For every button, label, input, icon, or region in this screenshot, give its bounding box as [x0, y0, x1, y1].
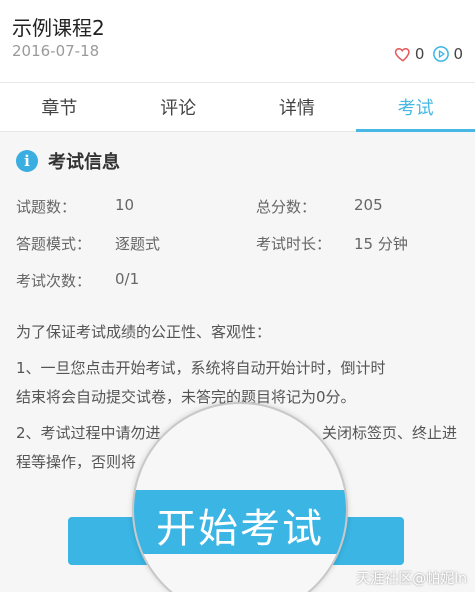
exam-info-title: 考试信息 [48, 152, 120, 173]
tab-chapters[interactable]: 章节 [0, 83, 119, 131]
tab-comments[interactable]: 评论 [119, 83, 238, 131]
watermark: 天涯社区@帕妮ln [356, 571, 467, 587]
exam-info-heading: i 考试信息 [16, 148, 120, 174]
attempts-label: 考试次数： [16, 272, 92, 290]
total-score-label: 总分数： [256, 198, 317, 216]
course-date: 2016-07-18 [12, 42, 100, 60]
play-circle-icon [432, 45, 450, 63]
question-count-label: 试题数： [16, 198, 77, 216]
tab-details[interactable]: 详情 [238, 83, 357, 131]
notice-intro: 为了保证考试成绩的公正性、客观性： [16, 323, 272, 341]
like-count: 0 [414, 45, 425, 63]
duration-label: 考试时长： [256, 235, 332, 253]
notice-rule2-line1-tail: 关闭标签页、终止进 [322, 424, 458, 442]
answer-mode-value: 逐题式 [115, 235, 161, 253]
answer-mode-label: 答题模式： [16, 235, 92, 253]
duration-value: 15 分钟 [354, 235, 408, 253]
tab-exam[interactable]: 考试 [356, 83, 475, 132]
question-count-value: 10 [115, 196, 135, 214]
start-exam-label: 开始考试 [156, 506, 324, 552]
total-score-value: 205 [354, 196, 383, 214]
heart-outline-icon[interactable] [394, 45, 412, 63]
course-header: 示例课程2 2016-07-18 0 0 [0, 0, 475, 82]
course-stats: 0 0 [394, 45, 463, 63]
course-title: 示例课程2 [12, 16, 105, 40]
tab-bar: 章节 评论 详情 考试 [0, 82, 475, 132]
notice-rule1-line1: 1、一旦您点击开始考试，系统将自动开始计时，倒计时 [16, 359, 386, 377]
info-circle-icon: i [16, 150, 38, 172]
attempts-value: 0/1 [115, 270, 140, 288]
exam-page: 示例课程2 2016-07-18 0 0 章节 评论 详情 考试 i 考试信息 [0, 0, 475, 592]
play-count: 0 [453, 45, 463, 63]
